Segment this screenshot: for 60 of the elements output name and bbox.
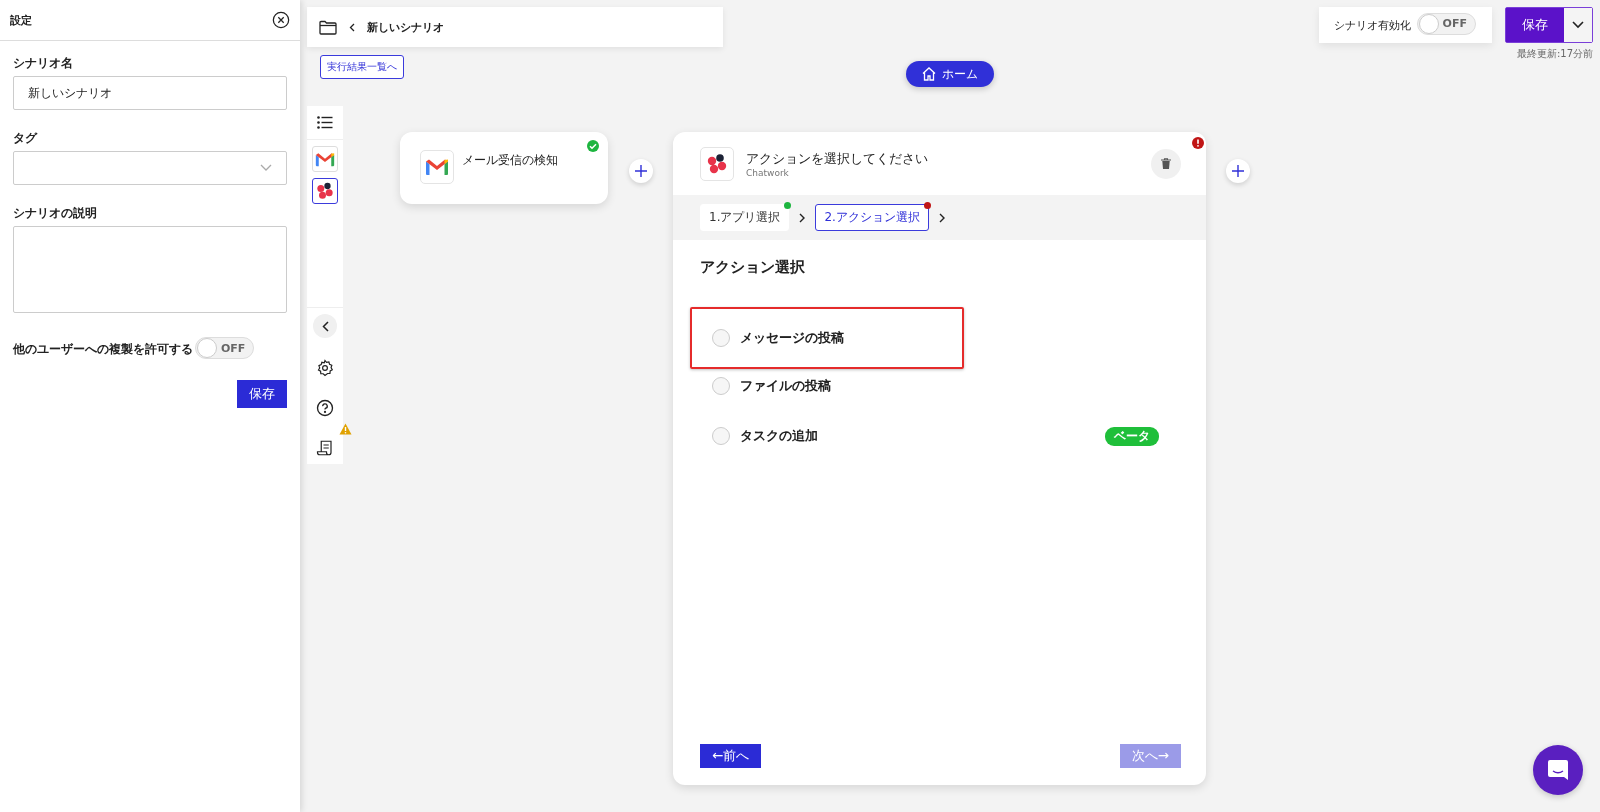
chevron-right-icon bbox=[937, 212, 946, 223]
scenario-name-field[interactable]: 新しいシナリオ bbox=[13, 76, 287, 110]
folder-icon[interactable] bbox=[319, 19, 337, 35]
enable-label: シナリオ有効化 bbox=[1333, 17, 1411, 33]
back-chevron-icon[interactable] bbox=[349, 22, 355, 32]
save-button[interactable]: 保存 bbox=[237, 380, 287, 408]
chevron-down-icon bbox=[1572, 21, 1584, 29]
plus-icon bbox=[635, 165, 647, 177]
four-dots-logo-icon bbox=[705, 151, 729, 176]
plus-icon bbox=[1232, 165, 1244, 177]
settings-icon bbox=[316, 358, 334, 377]
action-option[interactable]: メッセージの投稿 bbox=[690, 307, 964, 369]
field-label: シナリオ名 bbox=[13, 55, 74, 72]
chevron-down-icon bbox=[260, 164, 272, 172]
chat-button[interactable] bbox=[1533, 745, 1583, 795]
mail-logo-icon bbox=[315, 151, 335, 167]
node-title: メール受信の検知 bbox=[462, 152, 558, 169]
house-icon bbox=[922, 67, 936, 81]
previous-button[interactable]: ←前へ bbox=[700, 744, 762, 768]
save-button[interactable]: 保存 bbox=[1506, 8, 1564, 42]
help-icon bbox=[316, 398, 334, 417]
add-step-button[interactable] bbox=[1226, 159, 1250, 183]
last-updated-text: 最終更新:17分前 bbox=[1516, 47, 1593, 61]
chevron-right-icon bbox=[798, 212, 807, 223]
copy-permission-label: 他のユーザーへの複製を許可する bbox=[13, 341, 193, 358]
close-icon[interactable] bbox=[272, 11, 290, 29]
radio-button[interactable] bbox=[712, 427, 730, 445]
list-icon[interactable] bbox=[317, 116, 333, 129]
scenario-name: 新しいシナリオ bbox=[367, 19, 444, 35]
home-button[interactable]: ホーム bbox=[906, 61, 994, 87]
trash-icon bbox=[1161, 158, 1171, 169]
delete-button[interactable] bbox=[1151, 148, 1181, 179]
field-label: シナリオの説明 bbox=[13, 205, 98, 222]
option-label: メッセージの投稿 bbox=[740, 329, 844, 347]
toggle-switch[interactable]: OFF bbox=[1416, 12, 1476, 35]
radio-button[interactable] bbox=[712, 377, 730, 395]
panel-title: 設定 bbox=[10, 12, 32, 28]
step-tab[interactable]: 1.アプリ選択 bbox=[700, 204, 790, 231]
beta-badge: ベータ bbox=[1105, 426, 1159, 446]
mail-logo-icon bbox=[425, 158, 449, 176]
add-step-button[interactable] bbox=[629, 159, 653, 183]
field-label: タグ bbox=[13, 130, 39, 147]
results-link-button[interactable]: 実行結果一覧へ bbox=[320, 55, 404, 79]
trigger-node[interactable]: メール受信の検知 bbox=[400, 132, 608, 204]
collapse-button[interactable] bbox=[313, 314, 337, 338]
option-label: タスクの追加 bbox=[740, 427, 818, 445]
toggle-switch[interactable]: OFF bbox=[195, 337, 255, 359]
sidebar-app-item[interactable] bbox=[312, 178, 338, 204]
node-title: アクションを選択してください bbox=[746, 149, 929, 168]
app-name: Chatwork bbox=[746, 167, 790, 178]
scroll-document-icon bbox=[316, 438, 334, 457]
chat-bubble-icon bbox=[1547, 759, 1569, 781]
section-title: アクション選択 bbox=[700, 258, 806, 277]
chevron-left-icon bbox=[321, 320, 329, 332]
step-tab[interactable]: 2.アクション選択 bbox=[815, 204, 929, 231]
radio-button[interactable] bbox=[712, 329, 730, 347]
action-option[interactable]: タスクの追加 ベータ bbox=[690, 411, 1181, 461]
option-label: ファイルの投稿 bbox=[740, 377, 831, 395]
four-dots-logo-icon bbox=[315, 181, 335, 201]
description-field[interactable] bbox=[13, 226, 287, 313]
